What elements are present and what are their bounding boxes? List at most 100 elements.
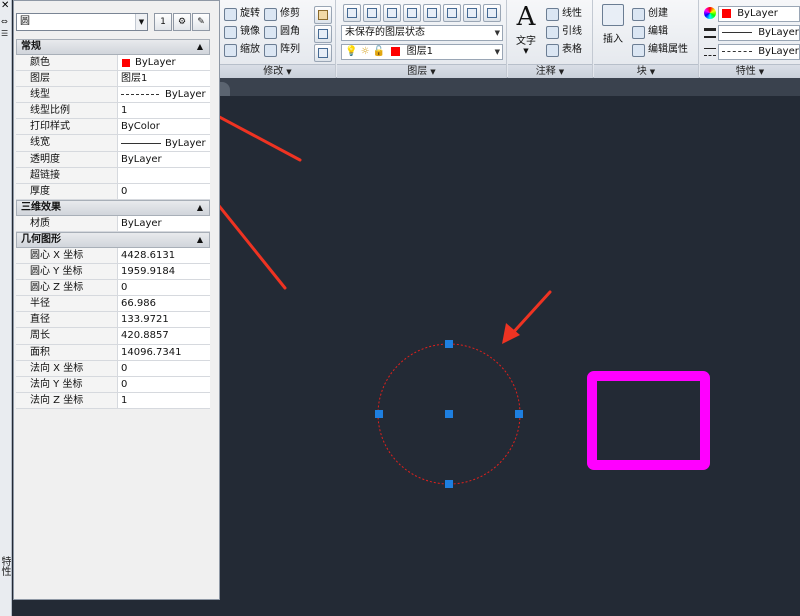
- close-icon[interactable]: ✕: [1, 1, 9, 11]
- property-row[interactable]: 圆心 Y 坐标 1959.9184: [16, 264, 210, 281]
- property-row[interactable]: 面积 14096.7341: [16, 344, 210, 361]
- ribbon-panel-annotation: A 文字 ▼ 线性 引线 表格 注释 ▼: [508, 0, 593, 78]
- chevron-down-icon: ▼: [523, 47, 529, 55]
- collapse-icon[interactable]: ▲: [197, 233, 203, 247]
- layer-state-button[interactable]: [363, 4, 381, 22]
- file-tab-strip: [220, 78, 800, 96]
- layer-isolate-button[interactable]: [383, 4, 401, 22]
- panel-footer-layers[interactable]: 图层 ▼: [337, 64, 506, 78]
- grip-bottom[interactable]: [445, 480, 453, 488]
- section-geometry-header[interactable]: 几何图形 ▲: [16, 231, 210, 248]
- property-row[interactable]: 周长 420.8857: [16, 328, 210, 345]
- button-label: 圆角: [280, 26, 300, 37]
- property-value: ByLayer: [165, 89, 206, 101]
- property-key: 面积: [16, 344, 118, 360]
- select-objects-button[interactable]: ⚙: [173, 13, 191, 31]
- property-row[interactable]: 厚度 0: [16, 183, 210, 200]
- offset-button[interactable]: [314, 44, 332, 62]
- lineweight-icon: [704, 28, 716, 38]
- trim-button[interactable]: 修剪: [264, 6, 300, 22]
- lineweight-combo[interactable]: ByLayer: [718, 25, 800, 41]
- toggle-pickadd-button[interactable]: 1: [154, 13, 172, 31]
- autohide-icon[interactable]: ⇔: [1, 18, 8, 26]
- scale-button[interactable]: 缩放: [224, 42, 260, 58]
- property-row[interactable]: 线型 ByLayer: [16, 87, 210, 104]
- section-title: 常规: [21, 41, 41, 52]
- property-row[interactable]: 线型比例 1: [16, 103, 210, 120]
- palette-title-strip[interactable]: ✕ ⇔ ☰ 特性: [0, 0, 12, 616]
- property-row[interactable]: 颜色 ByLayer: [16, 55, 210, 72]
- array-button[interactable]: 阵列: [264, 42, 300, 58]
- edit-attributes-button[interactable]: 编辑属性: [632, 42, 688, 58]
- chevron-down-icon: ▼: [286, 68, 292, 76]
- file-tab[interactable]: [220, 82, 230, 96]
- property-row[interactable]: 材质 ByLayer: [16, 215, 210, 232]
- property-row[interactable]: 法向 Y 坐标 0: [16, 376, 210, 393]
- property-row[interactable]: 直径 133.9721: [16, 312, 210, 329]
- panel-footer-properties[interactable]: 特性 ▼: [700, 64, 800, 78]
- fillet-button[interactable]: 圆角: [264, 24, 300, 40]
- panel-footer-annotation[interactable]: 注释 ▼: [508, 64, 592, 78]
- layer-state-combo[interactable]: 未保存的图层状态 ▼: [341, 25, 503, 41]
- panel-footer-modify[interactable]: 修改 ▼: [220, 64, 335, 78]
- layer-match-button[interactable]: [463, 4, 481, 22]
- grip-center[interactable]: [445, 410, 453, 418]
- grip-left[interactable]: [375, 410, 383, 418]
- layer-properties-button[interactable]: [343, 4, 361, 22]
- text-button[interactable]: A 文字 ▼: [512, 2, 540, 55]
- layer-combo[interactable]: 💡 ☼ 🔓 图层1 ▼: [341, 44, 503, 60]
- property-row[interactable]: 法向 Z 坐标 1: [16, 392, 210, 409]
- button-label: 缩放: [240, 44, 260, 55]
- property-row[interactable]: 打印样式 ByColor: [16, 119, 210, 136]
- rotate-button[interactable]: 旋转: [224, 6, 260, 22]
- property-row[interactable]: 图层 图层1: [16, 71, 210, 88]
- property-row[interactable]: 线宽 ByLayer: [16, 135, 210, 152]
- property-row[interactable]: 透明度 ByLayer: [16, 151, 210, 168]
- property-value: ByLayer: [121, 217, 162, 229]
- table-button[interactable]: 表格: [546, 42, 582, 58]
- property-value: 1: [121, 105, 128, 117]
- collapse-icon[interactable]: ▲: [197, 201, 203, 215]
- leader-button[interactable]: 引线: [546, 24, 582, 40]
- property-row[interactable]: 半径 66.986: [16, 296, 210, 313]
- section-title: 三维效果: [21, 201, 61, 213]
- combo-value: ByLayer: [758, 27, 799, 38]
- button-label: 表格: [562, 44, 582, 55]
- linetype-combo[interactable]: ByLayer: [718, 44, 800, 60]
- fillet-icon: [264, 25, 277, 39]
- color-combo[interactable]: ByLayer: [718, 6, 800, 22]
- property-value: 1959.9184: [121, 266, 176, 278]
- object-type-select[interactable]: 圆 ▼: [16, 13, 148, 31]
- grip-right[interactable]: [515, 410, 523, 418]
- button-label: 旋转: [240, 8, 260, 19]
- quick-select-button[interactable]: ✎: [192, 13, 210, 31]
- section-general-header[interactable]: 常规 ▲: [16, 39, 210, 55]
- create-block-button[interactable]: 创建: [632, 6, 668, 22]
- grip-top[interactable]: [445, 340, 453, 348]
- panel-footer-block[interactable]: 块 ▼: [594, 64, 698, 78]
- mirror-button[interactable]: 镜像: [224, 24, 260, 40]
- insert-button[interactable]: 插入: [598, 4, 628, 45]
- property-value: 0: [121, 378, 128, 390]
- layer-previous-button[interactable]: [483, 4, 501, 22]
- property-row[interactable]: 法向 X 坐标 0: [16, 360, 210, 377]
- table-icon: [546, 43, 559, 57]
- ribbon-panel-block: 插入 创建 编辑 编辑属性 块 ▼: [594, 0, 699, 78]
- copy-button[interactable]: [314, 25, 332, 43]
- layers-icon: [367, 8, 377, 18]
- property-row[interactable]: 圆心 Z 坐标 0: [16, 280, 210, 297]
- leader-icon: [546, 25, 559, 39]
- edit-block-button[interactable]: 编辑: [632, 24, 668, 40]
- edit-pen-button[interactable]: [314, 6, 332, 24]
- layer-lock-button[interactable]: [443, 4, 461, 22]
- layer-freeze-button[interactable]: [423, 4, 441, 22]
- layer-off-button[interactable]: [403, 4, 421, 22]
- collapse-icon[interactable]: ▲: [197, 40, 203, 54]
- property-row[interactable]: 超链接: [16, 167, 210, 184]
- property-row[interactable]: 圆心 X 坐标 4428.6131: [16, 247, 210, 265]
- section-3d-header[interactable]: 三维效果 ▲: [16, 199, 210, 216]
- linear-dim-button[interactable]: 线性: [546, 6, 582, 22]
- palette-menu-icon[interactable]: ☰: [1, 30, 8, 38]
- property-key: 厚度: [16, 183, 118, 199]
- color-swatch: [722, 8, 731, 18]
